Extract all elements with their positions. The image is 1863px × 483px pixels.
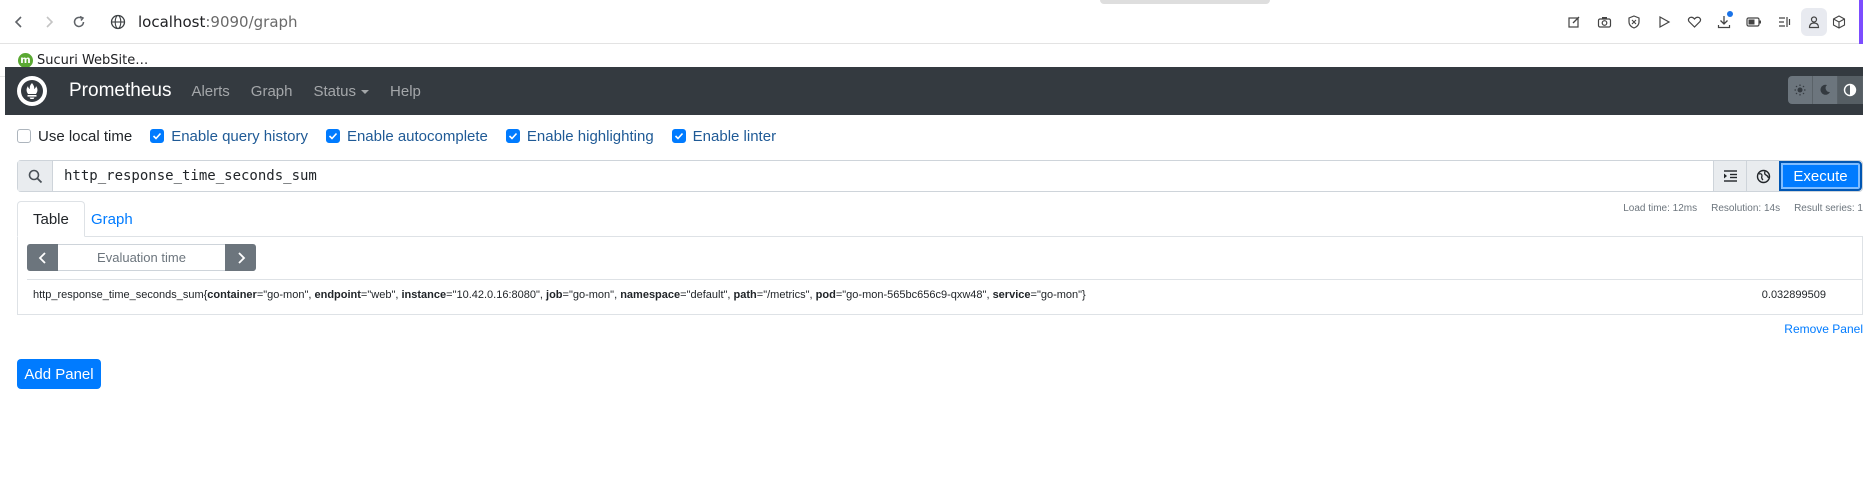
prometheus-app: Prometheus Alerts Graph Status Help Use … <box>5 67 1863 483</box>
option-highlighting[interactable]: Enable highlighting <box>505 127 654 145</box>
url-path: :9090/graph <box>205 12 298 31</box>
reload-icon[interactable] <box>64 7 94 37</box>
bookmark-sucuri[interactable]: Sucuri WebSite… <box>37 53 148 68</box>
execute-button[interactable]: Execute <box>1779 161 1862 191</box>
format-expression-icon[interactable] <box>1713 161 1746 191</box>
expression-input-group: http_response_time_seconds_sum Execute <box>17 160 1863 192</box>
result-divider <box>27 279 1862 280</box>
browser-toolbar: localhost:9090/graph <box>0 0 1863 44</box>
label-key: instance <box>401 289 447 301</box>
series-value: 0.032899509 <box>1761 289 1826 301</box>
tab-search-icon[interactable] <box>1771 8 1797 36</box>
extension-toolbar <box>1561 8 1827 36</box>
query-stats: Load time: 12ms Resolution: 14s Result s… <box>1623 203 1863 214</box>
expression-input[interactable]: http_response_time_seconds_sum <box>53 161 1713 191</box>
brand-title[interactable]: Prometheus <box>69 80 171 102</box>
label-value: "go-mon" <box>263 289 309 301</box>
checkbox-local-time[interactable] <box>17 129 31 143</box>
label-value: "default" <box>686 289 728 301</box>
metrics-explorer-icon[interactable] <box>1746 161 1779 191</box>
navbar: Prometheus Alerts Graph Status Help <box>5 67 1863 115</box>
site-info-icon[interactable] <box>110 14 126 30</box>
option-autocomplete[interactable]: Enable autocomplete <box>325 127 488 145</box>
profile-icon[interactable] <box>1801 8 1827 36</box>
extensions-cube-icon[interactable] <box>1825 10 1853 34</box>
evaluation-time-picker: Evaluation time <box>27 244 256 271</box>
label-value: "go-mon" <box>568 289 615 301</box>
light-theme-icon[interactable] <box>1788 76 1813 104</box>
forward-icon <box>34 7 64 37</box>
play-icon[interactable] <box>1651 8 1677 36</box>
window-edge <box>1859 0 1863 44</box>
remove-panel-link[interactable]: Remove Panel <box>1784 322 1863 336</box>
back-icon[interactable] <box>4 7 34 37</box>
option-label: Use local time <box>38 127 133 145</box>
checkbox-linter[interactable] <box>671 129 686 143</box>
theme-toggle-group <box>1788 76 1863 104</box>
camera-icon[interactable] <box>1591 8 1617 36</box>
previous-time-button[interactable] <box>27 244 58 271</box>
label-key: endpoint <box>314 289 361 301</box>
tab-graph[interactable]: Graph <box>76 201 148 237</box>
panel-tabs: Table Graph Load time: 12ms Resolution: … <box>17 201 1863 237</box>
result-series-count: Result series: 1 <box>1794 203 1863 214</box>
query-options: Use local time Enable query history Enab… <box>5 115 1863 157</box>
label-key: job <box>546 289 563 301</box>
table-row: http_response_time_seconds_sum{container… <box>33 285 1843 305</box>
nav-graph[interactable]: Graph <box>251 83 293 100</box>
search-icon <box>18 161 53 191</box>
shield-icon[interactable] <box>1621 8 1647 36</box>
prometheus-logo-icon[interactable] <box>17 76 47 106</box>
label-key: namespace <box>620 289 681 301</box>
label-key: container <box>207 289 257 301</box>
heart-icon[interactable] <box>1681 8 1707 36</box>
label-value: "/metrics" <box>763 289 810 301</box>
add-panel-button[interactable]: Add Panel <box>17 359 101 389</box>
edit-icon[interactable] <box>1561 8 1587 36</box>
option-query-history[interactable]: Enable query history <box>150 128 308 145</box>
evaluation-time-input[interactable]: Evaluation time <box>58 244 225 271</box>
option-label: Enable highlighting <box>526 127 654 145</box>
nav-status-label: Status <box>313 82 357 100</box>
option-label: Enable linter <box>692 127 777 145</box>
label-key: pod <box>815 289 836 301</box>
tab-table[interactable]: Table <box>17 201 85 237</box>
resolution: Resolution: 14s <box>1711 203 1781 214</box>
label-key: path <box>733 289 757 301</box>
label-value: "10.42.0.16:8080" <box>452 289 540 301</box>
label-value: "web" <box>367 289 396 301</box>
checkbox-autocomplete[interactable] <box>325 129 340 143</box>
metric-name: http_response_time_seconds_sum <box>33 289 204 301</box>
nav-help[interactable]: Help <box>390 83 421 100</box>
sucuri-favicon-icon: m <box>18 52 33 68</box>
checkbox-highlighting[interactable] <box>505 129 520 143</box>
tab-strip-edge <box>1100 0 1270 4</box>
battery-icon[interactable] <box>1741 8 1767 36</box>
option-linter[interactable]: Enable linter <box>671 127 777 145</box>
checkbox-query-history[interactable] <box>150 129 165 143</box>
option-label: Enable autocomplete <box>346 127 488 145</box>
nav-status-dropdown[interactable]: Status <box>314 83 370 100</box>
next-time-button[interactable] <box>225 244 256 271</box>
label-value: "go-mon" <box>1036 289 1083 301</box>
table-panel: Evaluation time http_response_time_secon… <box>17 236 1863 315</box>
option-label: Enable query history <box>171 127 308 145</box>
auto-theme-icon[interactable] <box>1838 76 1863 104</box>
address-bar[interactable]: localhost:9090/graph <box>100 13 298 31</box>
caret-down-icon <box>361 89 370 94</box>
label-value: "go-mon-565bc656c9-qxw48" <box>842 289 987 301</box>
load-time: Load time: 12ms <box>1623 203 1698 214</box>
url-host: localhost <box>138 12 206 31</box>
label-key: service <box>992 289 1031 301</box>
download-icon[interactable] <box>1711 8 1737 36</box>
nav-alerts[interactable]: Alerts <box>191 83 229 100</box>
dark-theme-icon[interactable] <box>1813 76 1838 104</box>
option-local-time[interactable]: Use local time <box>17 128 132 145</box>
series-labels: http_response_time_seconds_sum{container… <box>33 289 1086 301</box>
url-text: localhost:9090/graph <box>138 13 298 31</box>
